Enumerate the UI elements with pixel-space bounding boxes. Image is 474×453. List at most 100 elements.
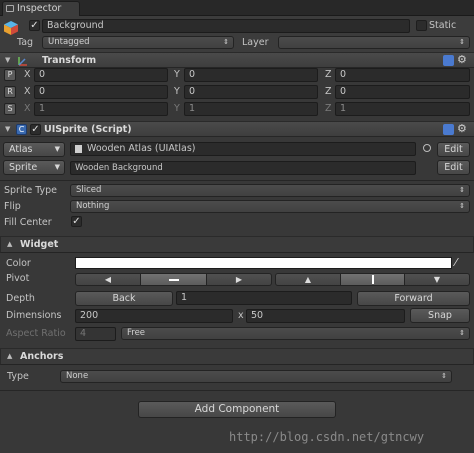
flip-value: Nothing [76, 201, 110, 211]
sprite-button[interactable]: Sprite ▼ [3, 160, 65, 175]
sprite-type-value: Sliced [76, 185, 102, 195]
pivot-top-button[interactable]: ▲ [275, 273, 341, 286]
transform-title: Transform [42, 55, 97, 66]
depth-back-button[interactable]: Back [75, 291, 173, 306]
depth-label: Depth [6, 293, 35, 304]
foldout-arrow-icon: ▲ [7, 240, 13, 248]
aspect-mode-dropdown[interactable]: Free ⇕ [121, 327, 470, 340]
dimensions-x-label: x [238, 310, 244, 321]
object-name-field[interactable]: Background [42, 19, 410, 33]
scale-x-label: X [24, 103, 31, 114]
static-checkbox[interactable] [416, 20, 427, 31]
widget-title: Widget [20, 239, 59, 250]
atlas-edit-button[interactable]: Edit [437, 142, 470, 157]
pos-z-label: Z [325, 69, 332, 80]
dropdown-arrow-icon: ⇕ [223, 38, 229, 46]
active-checkbox[interactable]: ✓ [29, 20, 40, 31]
color-label: Color [6, 258, 31, 269]
static-label: Static [429, 20, 457, 31]
atlas-field[interactable]: Wooden Atlas (UIAtlas) [70, 142, 416, 156]
pivot-right-button[interactable]: ▶ [206, 273, 272, 286]
depth-field[interactable]: 1 [176, 291, 352, 305]
sprite-field[interactable]: Wooden Background [70, 161, 416, 175]
atlas-value: Wooden Atlas (UIAtlas) [87, 143, 196, 154]
aspect-mode-value: Free [127, 328, 146, 338]
help-book-icon[interactable] [443, 124, 454, 135]
tag-dropdown[interactable]: Untagged ⇕ [42, 36, 234, 49]
sprite-type-label: Sprite Type [4, 185, 58, 196]
uisprite-header[interactable]: ▼ C ✓ UISprite (Script) ⚙ [0, 121, 474, 137]
uisprite-title: UISprite (Script) [44, 124, 132, 135]
anchors-title: Anchors [20, 351, 64, 362]
snap-button[interactable]: Snap [410, 308, 470, 323]
settings-gear-icon[interactable]: ⚙ [457, 53, 467, 66]
sprite-button-label: Sprite [9, 162, 38, 173]
anchor-type-dropdown[interactable]: None ⇕ [60, 370, 452, 383]
anchors-header[interactable]: ▲ Anchors [0, 348, 474, 365]
anchor-type-value: None [66, 371, 89, 381]
pos-x-label: X [24, 69, 31, 80]
pos-y-field[interactable]: 0 [184, 68, 318, 82]
scale-x-field[interactable]: 1 [34, 102, 168, 116]
layer-label: Layer [242, 37, 269, 48]
position-reset-button[interactable]: P [4, 69, 16, 81]
pivot-label: Pivot [6, 273, 30, 284]
pivot-center-h-icon [168, 278, 179, 281]
atlas-button[interactable]: Atlas ▼ [3, 142, 65, 157]
color-swatch[interactable] [75, 257, 452, 269]
help-book-icon[interactable] [443, 55, 454, 66]
widget-header[interactable]: ▲ Widget [0, 236, 474, 253]
transform-header[interactable]: ▼ Transform ⚙ [0, 52, 474, 68]
scale-z-field[interactable]: 1 [335, 102, 470, 116]
aspect-ratio-label: Aspect Ratio [6, 328, 66, 339]
pos-y-label: Y [174, 69, 180, 80]
fill-center-checkbox[interactable]: ✓ [71, 216, 82, 227]
scale-reset-button[interactable]: S [4, 103, 16, 115]
uisprite-enabled-checkbox[interactable]: ✓ [30, 124, 41, 135]
flip-dropdown[interactable]: Nothing ⇕ [70, 200, 470, 213]
dropdown-arrow-icon: ⇕ [459, 329, 465, 337]
foldout-arrow-icon: ▼ [5, 56, 11, 64]
object-header: ✓ Background Static Tag Untagged ⇕ Layer… [0, 16, 474, 52]
rot-z-field[interactable]: 0 [335, 85, 470, 99]
dropdown-arrow-icon: ▼ [54, 145, 60, 153]
width-field[interactable]: 200 [75, 309, 233, 323]
rot-y-field[interactable]: 0 [184, 85, 318, 99]
rot-y-label: Y [174, 86, 180, 97]
script-icon: C [16, 124, 27, 135]
pivot-center-h-button[interactable] [140, 273, 207, 286]
object-picker-icon[interactable] [423, 144, 431, 152]
settings-gear-icon[interactable]: ⚙ [457, 122, 467, 135]
dropdown-arrow-icon: ⇕ [441, 372, 447, 380]
transform-icon [17, 55, 29, 70]
pos-z-field[interactable]: 0 [335, 68, 470, 82]
dropdown-arrow-icon: ⇕ [459, 38, 465, 46]
sprite-type-dropdown[interactable]: Sliced ⇕ [70, 184, 470, 197]
rotation-reset-button[interactable]: R [4, 86, 16, 98]
scale-z-label: Z [325, 103, 332, 114]
tag-label: Tag [17, 37, 34, 48]
layer-dropdown[interactable]: ⇕ [278, 36, 470, 49]
tab-bar: Inspector [0, 0, 474, 16]
dimensions-label: Dimensions [6, 310, 62, 321]
scale-y-field[interactable]: 1 [184, 102, 318, 116]
pivot-left-button[interactable]: ◀ [75, 273, 141, 286]
divider [0, 180, 474, 181]
tab-inspector[interactable]: Inspector [2, 1, 80, 16]
rot-z-label: Z [325, 86, 332, 97]
depth-forward-button[interactable]: Forward [357, 291, 470, 306]
rot-x-field[interactable]: 0 [34, 85, 168, 99]
pos-x-field[interactable]: 0 [34, 68, 168, 82]
sprite-edit-button[interactable]: Edit [437, 160, 470, 175]
tag-value: Untagged [48, 37, 90, 47]
height-field[interactable]: 50 [246, 309, 405, 323]
eyedropper-icon[interactable]: ⁄ [455, 256, 457, 269]
flip-label: Flip [4, 201, 21, 212]
pivot-middle-v-icon [371, 275, 374, 284]
scale-y-label: Y [174, 103, 180, 114]
add-component-button[interactable]: Add Component [138, 401, 336, 418]
foldout-arrow-icon: ▼ [5, 125, 11, 133]
pivot-bottom-button[interactable]: ▼ [404, 273, 470, 286]
pivot-middle-v-button[interactable] [340, 273, 405, 286]
aspect-ratio-field[interactable]: 4 [75, 327, 116, 341]
